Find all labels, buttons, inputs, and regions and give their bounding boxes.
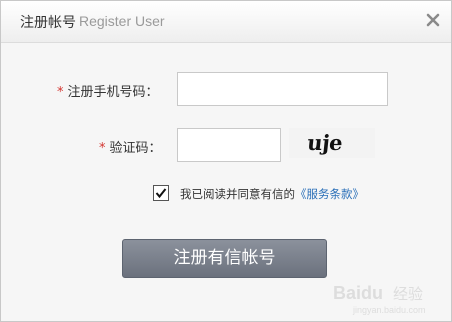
terms-link[interactable]: 《服务条款》	[295, 187, 364, 201]
phone-label: * 注册手机号码：	[57, 81, 159, 100]
register-dialog: 注册帐号 Register User * 注册手机号码： * 验证码： uje 我已…	[0, 0, 452, 322]
baidu-jingyan-watermark: Baidu 经验 jingyan.baidu.com	[333, 283, 426, 315]
svg-text:Baidu: Baidu	[333, 283, 383, 303]
svg-text:jingyan.baidu.com: jingyan.baidu.com	[352, 305, 426, 315]
close-icon[interactable]	[424, 11, 442, 29]
phone-input[interactable]	[177, 72, 388, 106]
agreement-checkbox[interactable]	[153, 185, 169, 201]
register-button[interactable]: 注册有信帐号	[122, 239, 327, 278]
captcha-label-text: 验证码：	[109, 141, 162, 156]
agreement-text: 我已阅读并同意有信的《服务条款》	[180, 186, 364, 202]
svg-text:经验: 经验	[393, 285, 423, 303]
svg-text:uje: uje	[306, 130, 343, 155]
checkmark-icon	[155, 188, 167, 199]
captcha-image[interactable]: uje	[289, 128, 375, 158]
dialog-title: 注册帐号	[20, 15, 76, 31]
captcha-label: * 验证码：	[99, 137, 162, 156]
required-mark: *	[99, 141, 106, 156]
dialog-subtitle: Register User	[79, 13, 165, 29]
captcha-input[interactable]	[177, 128, 281, 162]
phone-label-text: 注册手机号码：	[67, 85, 159, 100]
required-mark: *	[57, 85, 64, 100]
agreement-label: 我已阅读并同意有信的	[180, 187, 295, 201]
dialog-titlebar: 注册帐号 Register User	[1, 1, 451, 43]
